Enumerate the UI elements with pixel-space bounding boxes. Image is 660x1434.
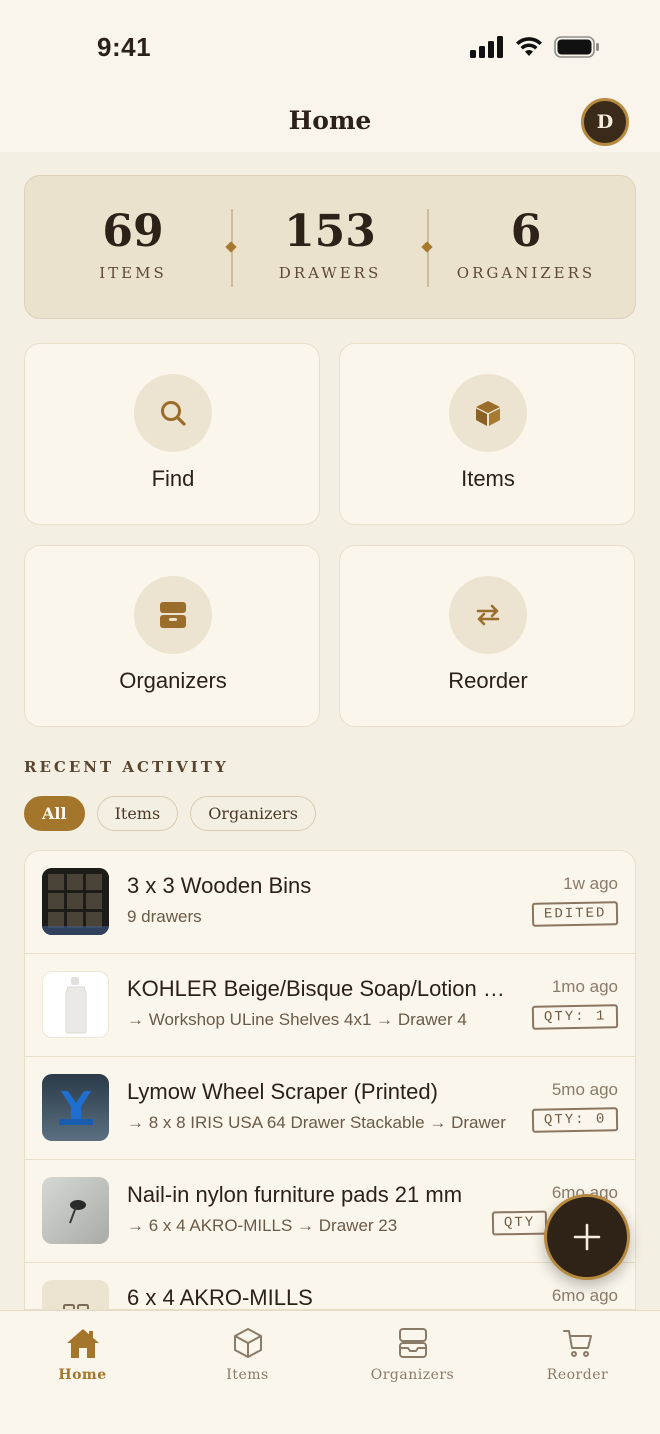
- item-thumbnail: [42, 1074, 109, 1141]
- item-time: 1mo ago: [551, 977, 618, 996]
- home-icon: [0, 1325, 165, 1361]
- item-title: Lymow Wheel Scraper (Printed): [127, 1079, 438, 1104]
- stat-drawers: 153 DRAWERS: [232, 204, 428, 282]
- tab-label: Items: [226, 1367, 269, 1383]
- tab-organizers[interactable]: Organizers: [330, 1325, 495, 1383]
- stat-label: DRAWERS: [278, 264, 382, 282]
- search-icon: [134, 374, 212, 452]
- item-subtitle: → 6 x 4 AKRO-MILLS → Drawer 23: [127, 1216, 398, 1235]
- item-subtitle: → 8 x 8 IRIS USA 64 Drawer Stackable → D…: [127, 1113, 506, 1132]
- item-title: KOHLER Beige/Bisque Soap/Lotion Dispense…: [127, 976, 519, 1001]
- organizer-icon: [330, 1325, 495, 1361]
- tab-label: Home: [58, 1367, 107, 1383]
- list-item[interactable]: KOHLER Beige/Bisque Soap/Lotion Dispense…: [25, 954, 635, 1057]
- tile-label: Organizers: [119, 668, 227, 693]
- filter-chip-all[interactable]: All: [24, 796, 85, 831]
- tab-items[interactable]: Items: [165, 1325, 330, 1383]
- status-badge: EDITED: [531, 901, 619, 927]
- page-title: Home: [288, 106, 372, 135]
- tab-label: Organizers: [370, 1367, 455, 1383]
- stat-items: 69 ITEMS: [35, 204, 231, 282]
- stat-value: 69: [102, 206, 164, 257]
- tile-label: Reorder: [448, 668, 528, 693]
- item-thumbnail: [42, 971, 109, 1038]
- status-time: 9:41: [97, 32, 152, 62]
- recent-activity-heading: RECENT ACTIVITY: [24, 758, 229, 776]
- items-tile[interactable]: Items: [339, 343, 635, 525]
- quantity-badge: QTY: 1: [531, 1004, 619, 1030]
- list-item[interactable]: Lymow Wheel Scraper (Printed) → 8 x 8 IR…: [25, 1057, 635, 1160]
- cube-icon: [165, 1325, 330, 1361]
- item-subtitle: → Workshop ULine Shelves 4x1 → Drawer 4: [127, 1010, 467, 1029]
- quantity-badge: QTY: 0: [531, 1107, 619, 1133]
- item-title: Nail-in nylon furniture pads 21 mm: [127, 1182, 463, 1207]
- header: Home D: [0, 96, 660, 152]
- stat-organizers: 6 ORGANIZERS: [428, 204, 624, 282]
- item-title: 3 x 3 Wooden Bins: [127, 873, 312, 898]
- tile-label: Items: [461, 466, 515, 491]
- item-title: 6 x 4 AKRO-MILLS: [127, 1285, 313, 1310]
- quantity-badge: QTY: [491, 1210, 548, 1236]
- item-time: 5mo ago: [551, 1080, 618, 1099]
- list-item[interactable]: 6 x 4 AKRO-MILLS 6mo ago: [25, 1263, 635, 1310]
- avatar[interactable]: D: [581, 98, 629, 146]
- organizer-icon: [134, 576, 212, 654]
- reorder-icon: [449, 576, 527, 654]
- item-subtitle: 9 drawers: [127, 907, 202, 926]
- status-icons: [470, 36, 600, 58]
- filter-chip-items[interactable]: Items: [96, 796, 179, 831]
- item-thumbnail: [42, 868, 109, 935]
- stat-value: 6: [510, 206, 542, 257]
- plus-icon: [573, 1223, 601, 1251]
- item-time: 6mo ago: [551, 1286, 618, 1305]
- organizer-thumbnail: [42, 1280, 109, 1309]
- activity-filter-chips: All Items Organizers: [24, 796, 316, 831]
- list-item[interactable]: 3 x 3 Wooden Bins 9 drawers 1w ago EDITE…: [25, 851, 635, 954]
- reorder-tile[interactable]: Reorder: [339, 545, 635, 727]
- tab-home[interactable]: Home: [0, 1325, 165, 1383]
- item-time: 1w ago: [563, 874, 618, 893]
- tile-label: Find: [151, 466, 195, 491]
- stat-label: ORGANIZERS: [456, 264, 596, 282]
- add-button[interactable]: [544, 1194, 630, 1280]
- box-icon: [449, 374, 527, 452]
- stat-value: 153: [284, 206, 376, 257]
- tab-label: Reorder: [546, 1367, 609, 1383]
- item-thumbnail: [42, 1177, 109, 1244]
- status-bar: 9:41: [0, 0, 660, 96]
- tab-bar: Home Items Organizers Reorder: [0, 1310, 660, 1434]
- stat-label: ITEMS: [99, 264, 167, 282]
- signal-icon: [470, 36, 503, 58]
- battery-icon: [554, 36, 599, 58]
- filter-chip-organizers[interactable]: Organizers: [190, 796, 316, 831]
- organizers-tile[interactable]: Organizers: [24, 545, 320, 727]
- stats-card: 69 ITEMS 153 DRAWERS 6 ORGANIZERS: [24, 175, 636, 319]
- find-tile[interactable]: Find: [24, 343, 320, 525]
- cart-icon: [495, 1325, 660, 1361]
- tab-reorder[interactable]: Reorder: [495, 1325, 660, 1383]
- wifi-icon: [516, 37, 542, 56]
